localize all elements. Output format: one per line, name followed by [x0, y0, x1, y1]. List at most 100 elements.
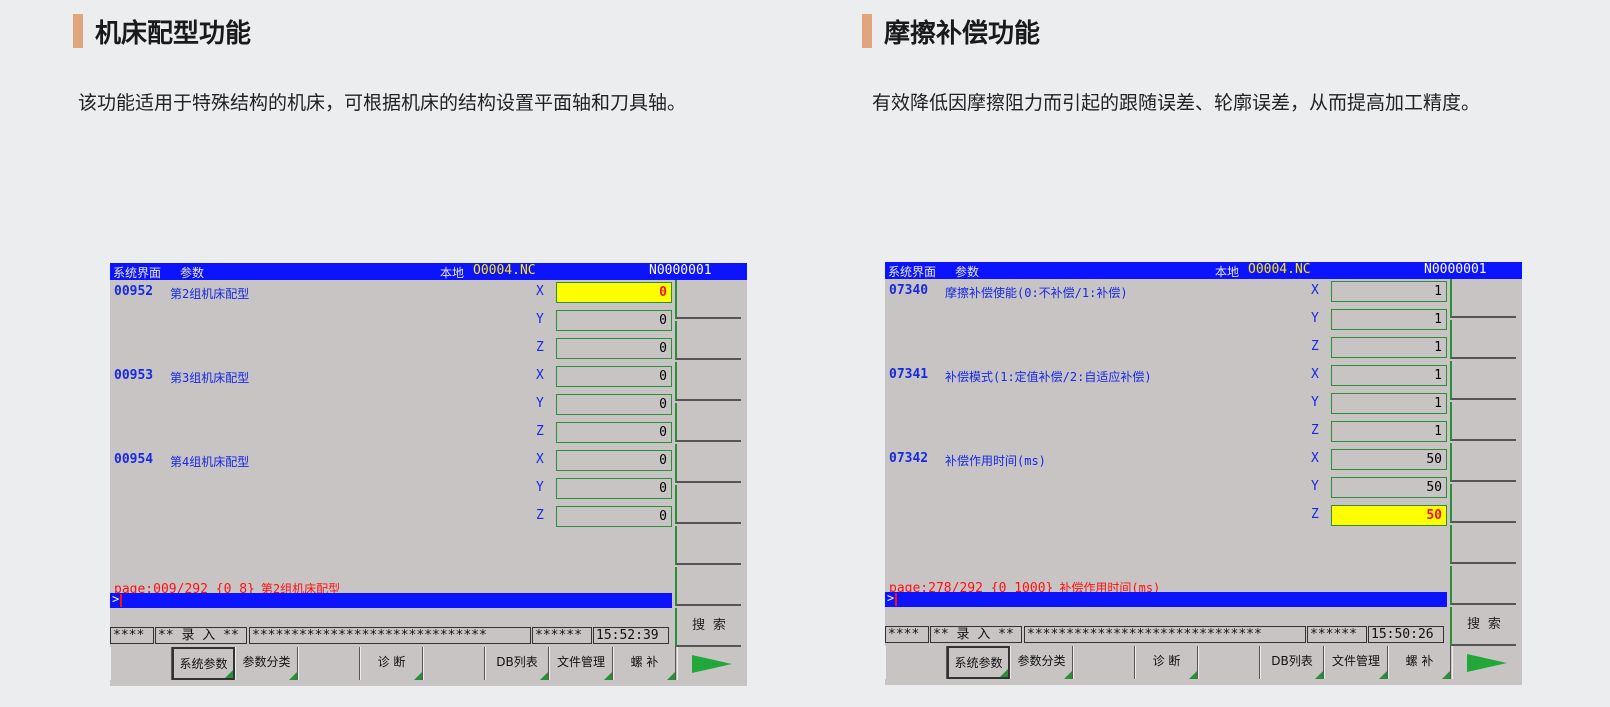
- status-field-s1: ****: [110, 627, 154, 644]
- vertical-softkey[interactable]: [1450, 525, 1516, 564]
- function-key[interactable]: 系统参数: [172, 647, 235, 680]
- command-input-line[interactable]: >: [885, 591, 1447, 607]
- key-corner-marker: [289, 672, 297, 680]
- function-key-empty[interactable]: [298, 647, 360, 680]
- parameter-value-field[interactable]: 50: [1331, 505, 1447, 526]
- function-key[interactable]: 系统参数: [947, 646, 1010, 679]
- function-key-empty[interactable]: [885, 646, 947, 679]
- command-input-line[interactable]: >: [110, 592, 672, 608]
- parameter-list: 07340 摩擦补偿使能(0:不补偿/1:补偿) 07341 补偿模式(1:定值补偿/…: [885, 279, 1447, 616]
- search-softkey[interactable]: 搜 索: [1450, 607, 1516, 646]
- parameter-value-field[interactable]: 0: [556, 478, 672, 499]
- function-key-label: 系统参数: [954, 656, 1003, 670]
- location-label: 本地: [440, 266, 465, 280]
- parameter-value-field[interactable]: 50: [1331, 477, 1447, 498]
- left-heading-text: 机床配型功能: [95, 18, 252, 49]
- parameter-value-field[interactable]: 1: [1331, 281, 1447, 302]
- right-heading-text: 摩擦补偿功能: [884, 18, 1041, 49]
- vertical-softkey[interactable]: [1450, 484, 1516, 523]
- parameter-value-field[interactable]: 0: [556, 450, 672, 471]
- vertical-softkey[interactable]: [1450, 279, 1516, 318]
- parameter-name: 补偿模式(1:定值补偿/2:自适应补偿): [945, 370, 1152, 384]
- vertical-softkey[interactable]: [675, 567, 741, 606]
- function-key-label: 诊 断: [1152, 654, 1181, 668]
- next-page-arrow-key[interactable]: [1452, 646, 1521, 679]
- function-key[interactable]: DB列表: [1260, 646, 1324, 679]
- vertical-softkey[interactable]: [675, 526, 741, 565]
- key-corner-marker: [604, 672, 612, 680]
- screen-top-bar: 系统界面 参数 本地 O0004.NC N0000001: [885, 262, 1522, 279]
- parameter-value-field[interactable]: 50: [1331, 449, 1447, 470]
- key-corner-marker: [1064, 671, 1072, 679]
- heading-accent-bar: [862, 14, 872, 48]
- vertical-softkey[interactable]: [675, 485, 741, 524]
- parameter-value-field[interactable]: 1: [1331, 365, 1447, 386]
- function-key[interactable]: 文件管理: [1324, 646, 1388, 679]
- parameter-value-field[interactable]: 0: [556, 282, 672, 303]
- parameter-value-field[interactable]: 1: [1331, 337, 1447, 358]
- axis-label: Y: [1311, 479, 1319, 494]
- function-key-empty[interactable]: [1198, 646, 1260, 679]
- function-key[interactable]: 参数分类: [1010, 646, 1073, 679]
- parameter-value-field[interactable]: 0: [556, 422, 672, 443]
- vertical-softkey[interactable]: [1450, 402, 1516, 441]
- parameter-name: 摩擦补偿使能(0:不补偿/1:补偿): [945, 286, 1128, 300]
- function-key[interactable]: 螺 补: [1388, 646, 1451, 679]
- function-key-empty[interactable]: [423, 647, 485, 680]
- axis-label: Z: [536, 424, 544, 439]
- function-key[interactable]: 诊 断: [360, 647, 423, 680]
- function-key-label: 诊 断: [377, 655, 406, 669]
- axis-label: Y: [1311, 311, 1319, 326]
- vertical-softkey[interactable]: [675, 280, 741, 319]
- vertical-softkey[interactable]: [675, 321, 741, 360]
- vertical-softkey[interactable]: [1450, 566, 1516, 605]
- search-softkey[interactable]: 搜 索: [675, 608, 741, 647]
- status-field-s4: ******: [532, 627, 592, 644]
- parameter-value-field[interactable]: 0: [556, 394, 672, 415]
- function-key-label: DB列表: [1271, 654, 1313, 668]
- status-field-s3: ******************************: [1024, 626, 1306, 643]
- location-label: 本地: [1215, 265, 1240, 279]
- program-filename: O0004.NC: [1248, 262, 1311, 277]
- status-field-time: 15:52:39: [593, 627, 669, 644]
- parameter-value-field[interactable]: 1: [1331, 309, 1447, 330]
- axis-label: Y: [536, 480, 544, 495]
- vertical-softkey[interactable]: [675, 444, 741, 483]
- axis-label: Z: [536, 340, 544, 355]
- screen-title: 系统界面: [888, 265, 937, 279]
- screen-tab-label: 参数: [180, 266, 205, 280]
- text-cursor: [120, 594, 122, 607]
- command-prompt: >: [887, 591, 895, 605]
- function-key-label: DB列表: [496, 655, 538, 669]
- function-key-empty[interactable]: [110, 647, 172, 680]
- parameter-value-field[interactable]: 1: [1331, 421, 1447, 442]
- parameter-name: 第3组机床配型: [170, 371, 250, 385]
- function-key[interactable]: 参数分类: [235, 647, 298, 680]
- parameter-value-field[interactable]: 0: [556, 366, 672, 387]
- function-key[interactable]: 诊 断: [1135, 646, 1198, 679]
- vertical-softkey[interactable]: [1450, 443, 1516, 482]
- vertical-softkey[interactable]: [675, 362, 741, 401]
- function-key[interactable]: 螺 补: [613, 647, 676, 680]
- next-page-arrow-key[interactable]: [677, 647, 746, 680]
- parameter-name: 第4组机床配型: [170, 455, 250, 469]
- axis-label: Z: [1311, 507, 1319, 522]
- key-corner-marker: [1442, 671, 1450, 679]
- function-key[interactable]: 文件管理: [549, 647, 613, 680]
- function-key[interactable]: DB列表: [485, 647, 549, 680]
- function-key-label: 系统参数: [179, 657, 228, 671]
- key-corner-marker: [414, 672, 422, 680]
- function-key-empty[interactable]: [1073, 646, 1135, 679]
- vertical-softkey[interactable]: [1450, 361, 1516, 400]
- axis-label: Y: [536, 312, 544, 327]
- screen-top-bar: 系统界面 参数 本地 O0004.NC N0000001: [110, 263, 747, 280]
- parameter-value-field[interactable]: 0: [556, 338, 672, 359]
- parameter-value-field[interactable]: 0: [556, 506, 672, 527]
- parameter-value-field[interactable]: 1: [1331, 393, 1447, 414]
- heading-accent-bar: [73, 14, 83, 48]
- vertical-softkey[interactable]: [675, 403, 741, 442]
- status-field-s2: ** 录 入 **: [930, 626, 1022, 643]
- vertical-softkey[interactable]: [1450, 320, 1516, 359]
- parameter-value-field[interactable]: 0: [556, 310, 672, 331]
- block-number: N0000001: [649, 263, 712, 278]
